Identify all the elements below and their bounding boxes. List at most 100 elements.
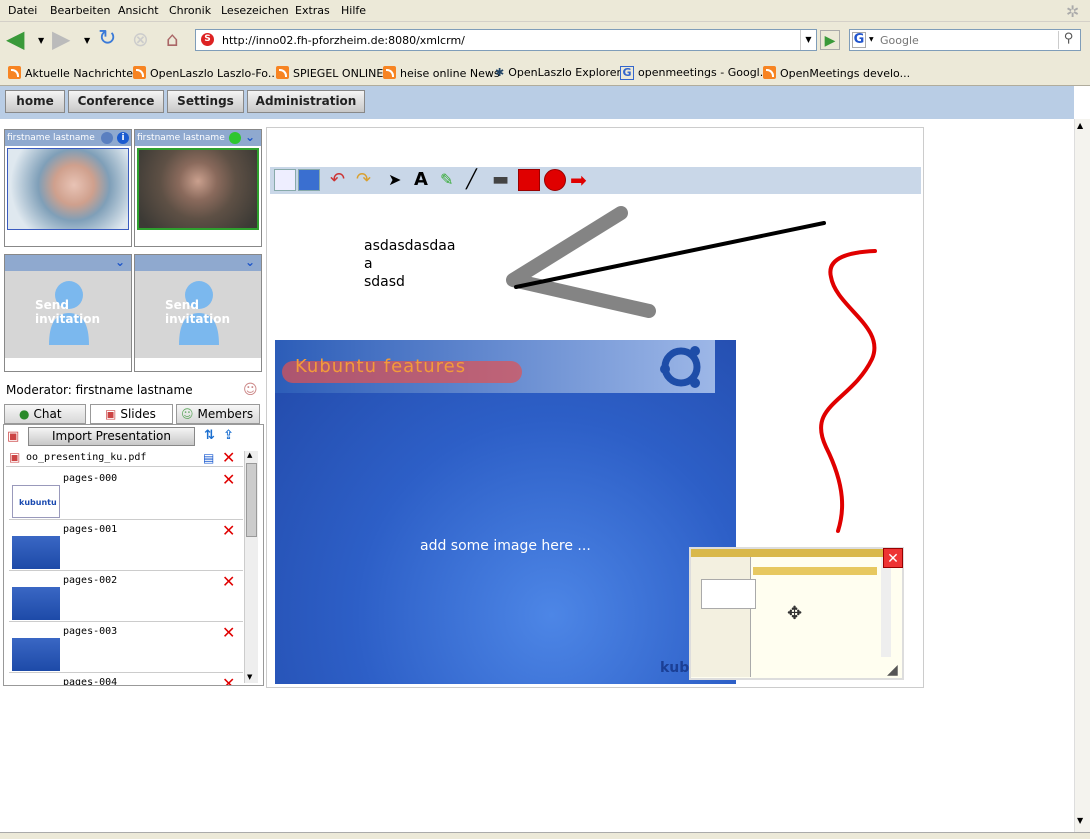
video-header: ⌄ (135, 255, 261, 271)
rss-icon (133, 66, 146, 79)
url-dropdown-icon[interactable]: ▼ (800, 30, 816, 50)
window-dialog (701, 579, 756, 609)
moderator-label: Moderator: firstname lastname (6, 383, 193, 397)
menu-bearbeiten[interactable]: Bearbeiten (50, 4, 110, 17)
chevron-down-icon[interactable]: ⌄ (115, 256, 129, 269)
search-box[interactable]: G ▼ ⚲ (849, 29, 1081, 51)
menu-ansicht[interactable]: Ansicht (118, 4, 159, 17)
window-scrollbar (881, 557, 891, 657)
status-icon (229, 132, 241, 144)
scroll-thumb[interactable] (246, 463, 257, 537)
slide-thumbnail (12, 536, 60, 569)
pdf-icon: ▣ (9, 450, 21, 464)
bookmark-item[interactable]: heise online News (383, 66, 500, 80)
reload-icon[interactable]: ↻ (98, 27, 116, 53)
invite-label[interactable]: Send invitation (35, 298, 115, 326)
presentation-icon: ▣ (7, 429, 20, 444)
bookmark-item[interactable]: Gopenmeetings - Googl... (620, 66, 770, 80)
users-icon[interactable]: ☺ (243, 382, 258, 398)
scroll-down-icon[interactable]: ▼ (1077, 816, 1083, 825)
list-item[interactable]: pages-000 kubuntu ✕ (9, 469, 243, 520)
site-favicon-icon: S (201, 33, 214, 46)
page-scrollbar[interactable]: ▲ ▼ (1074, 119, 1090, 832)
menu-extras[interactable]: Extras (295, 4, 330, 17)
close-icon[interactable]: ✕ (883, 548, 903, 568)
url-bar[interactable]: S http://inno02.fh-pforzheim.de:8080/xml… (195, 29, 817, 51)
menu-hilfe[interactable]: Hilfe (341, 4, 366, 17)
throbber-icon: ✲ (1066, 2, 1080, 21)
invite-slot[interactable]: Send invitation (5, 271, 131, 358)
move-icon[interactable]: ✥ (787, 603, 802, 624)
tab-members[interactable]: ☺ Members (176, 404, 260, 424)
nav-settings[interactable]: Settings (167, 90, 244, 113)
openlaszlo-icon: ✱ (495, 66, 505, 79)
invite-slot[interactable]: Send invitation (135, 271, 261, 358)
status-icon (101, 132, 113, 144)
chevron-down-icon[interactable]: ⌄ (245, 131, 259, 144)
nav-conference[interactable]: Conference (68, 90, 164, 113)
home-icon[interactable]: ⌂ (166, 27, 179, 53)
delete-icon[interactable]: ✕ (222, 450, 235, 466)
refresh-icon[interactable]: ⇅ (204, 428, 215, 443)
list-item[interactable]: pages-001 ✕ (9, 520, 243, 571)
slides-icon: ▣ (105, 407, 117, 421)
upload-icon[interactable]: ⇪ (223, 428, 234, 443)
app-nav-bar: home Conference Settings Administration (0, 86, 1074, 119)
delete-icon[interactable]: ✕ (222, 625, 235, 641)
bookmark-item[interactable]: ✱ OpenLaszlo Explorer (495, 66, 621, 79)
delete-icon[interactable]: ✕ (222, 676, 235, 686)
go-icon[interactable]: ▶ (820, 30, 840, 50)
list-item[interactable]: pages-004 ✕ (9, 673, 243, 685)
bookmark-item[interactable]: Aktuelle Nachrichten (8, 66, 140, 80)
stop-icon[interactable]: ⊗ (132, 27, 149, 53)
screen-share-window[interactable]: ✥ ✕ ◢ (689, 547, 904, 680)
bookmark-item[interactable]: OpenMeetings develo... (763, 66, 910, 80)
menu-bar: Datei Bearbeiten Ansicht Chronik Lesezei… (0, 0, 1090, 22)
scroll-down-icon[interactable]: ▼ (247, 673, 252, 681)
menu-lesezeichen[interactable]: Lesezeichen (221, 4, 289, 17)
bookmarks-bar: Aktuelle Nachrichten OpenLaszlo Laszlo-F… (0, 59, 1090, 86)
search-input[interactable] (880, 32, 1055, 48)
engine-dropdown-icon[interactable]: ▼ (869, 36, 874, 43)
slide-name: pages-003 (63, 626, 118, 637)
forward-icon[interactable]: ▶ (52, 27, 70, 53)
slide-name: pages-001 (63, 524, 118, 535)
list-item[interactable]: pages-003 ✕ (9, 622, 243, 673)
video-pod-2: firstname lastname ⌄ (134, 129, 262, 247)
window-titlebar[interactable] (691, 549, 902, 557)
tab-chat[interactable]: ● Chat (4, 404, 86, 424)
chat-icon: ● (19, 407, 30, 421)
delete-icon[interactable]: ✕ (222, 523, 235, 539)
scroll-up-icon[interactable]: ▲ (1077, 121, 1083, 130)
slide-thumbnail: kubuntu (12, 485, 60, 518)
tab-slides[interactable]: ▣ Slides (90, 404, 173, 424)
google-icon[interactable]: G (852, 32, 866, 48)
video-pod-3: ⌄ Send invitation (4, 254, 132, 372)
video-feed (7, 148, 129, 230)
chevron-down-icon[interactable]: ⌄ (245, 256, 259, 269)
nav-home[interactable]: home (5, 90, 65, 113)
window-toolbar (753, 567, 877, 575)
delete-icon[interactable]: ✕ (222, 472, 235, 488)
save-icon[interactable]: ▤ (203, 451, 214, 465)
status-bar (0, 832, 1090, 839)
back-icon[interactable]: ◀ (6, 27, 24, 53)
menu-chronik[interactable]: Chronik (169, 4, 211, 17)
nav-administration[interactable]: Administration (247, 90, 365, 113)
video-header: firstname lastname ⌄ (135, 130, 261, 146)
info-icon[interactable]: i (117, 132, 129, 144)
invite-label[interactable]: Send invitation (165, 298, 245, 326)
url-text: http://inno02.fh-pforzheim.de:8080/xmlcr… (222, 34, 465, 47)
import-presentation-button[interactable]: Import Presentation (28, 427, 195, 446)
delete-icon[interactable]: ✕ (222, 574, 235, 590)
bookmark-item[interactable]: OpenLaszlo Laszlo-Fo... (133, 66, 278, 80)
search-icon[interactable]: ⚲ (1058, 31, 1078, 49)
scroll-up-icon[interactable]: ▲ (247, 451, 252, 459)
list-item[interactable]: pages-002 ✕ (9, 571, 243, 622)
menu-datei[interactable]: Datei (8, 4, 37, 17)
file-row[interactable]: ▣ oo_presenting_ku.pdf ▤ ✕ (6, 449, 243, 467)
resize-icon[interactable]: ◢ (887, 662, 898, 678)
list-scrollbar[interactable]: ▲ ▼ (244, 451, 258, 683)
bookmark-item[interactable]: SPIEGEL ONLINE (276, 66, 383, 80)
file-name: oo_presenting_ku.pdf (26, 452, 147, 463)
